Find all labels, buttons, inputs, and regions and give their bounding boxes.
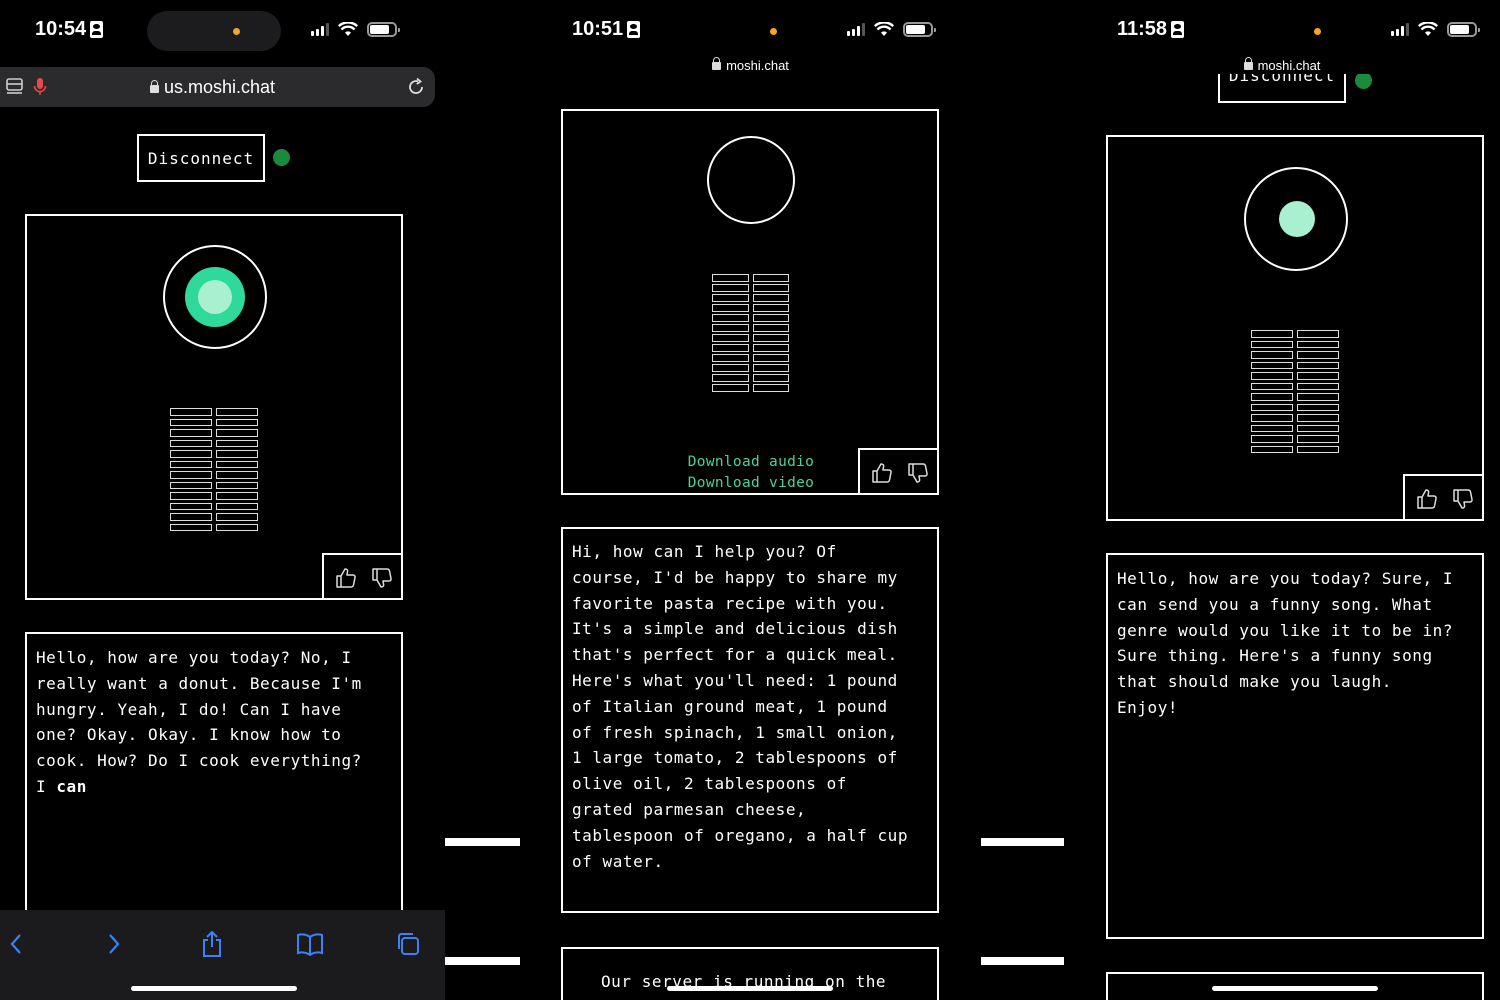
- gap-bar-4: [981, 957, 1064, 965]
- reload-icon[interactable]: [406, 77, 426, 97]
- voice-level-inner: [198, 280, 232, 314]
- tabs-icon[interactable]: [392, 928, 424, 960]
- phone-screen-2: 10:51 moshi.chat Download audio Download…: [520, 0, 981, 1000]
- download-audio-link[interactable]: Download audio: [653, 452, 849, 473]
- gap-bar-3: [981, 838, 1064, 846]
- home-indicator: [1212, 986, 1378, 991]
- transcript-panel: Hi, how can I help you? Of course, I'd b…: [561, 527, 939, 913]
- lock-icon: [150, 80, 159, 93]
- server-info-panel: Our server is running on the: [561, 947, 939, 1000]
- home-indicator: [131, 986, 297, 991]
- dynamic-island: [147, 11, 281, 51]
- audio-visualizer-panel: [25, 214, 403, 600]
- url-text[interactable]: moshi.chat: [1064, 57, 1500, 73]
- audio-visualizer-panel: [1106, 135, 1484, 521]
- audio-level-meter: [170, 408, 258, 531]
- bookmarks-icon[interactable]: [294, 928, 326, 960]
- signal-icon: [311, 23, 329, 36]
- phone-screen-1: 10:54 us.moshi.chat Disconnect Hello, ho…: [0, 0, 445, 1000]
- thumbs-down-icon[interactable]: [370, 566, 394, 590]
- signal-icon: [1391, 23, 1409, 36]
- share-icon[interactable]: [196, 928, 228, 960]
- status-icons: [1391, 22, 1480, 37]
- feedback-buttons: [858, 448, 939, 495]
- mic-icon[interactable]: [33, 77, 47, 97]
- audio-level-meter: [1251, 330, 1339, 453]
- status-time: 10:54: [35, 18, 104, 41]
- voice-ring: [707, 136, 795, 224]
- feedback-buttons: [1403, 474, 1484, 521]
- battery-icon: [903, 22, 936, 37]
- gap-bar-1: [445, 838, 520, 846]
- url-bar[interactable]: us.moshi.chat: [0, 67, 435, 107]
- connection-status-dot: [1355, 72, 1372, 89]
- home-indicator: [667, 986, 833, 991]
- signal-icon: [847, 23, 865, 36]
- download-links: Download audio Download video: [653, 452, 849, 494]
- battery-icon: [1447, 22, 1480, 37]
- wifi-icon: [338, 22, 358, 36]
- status-time: 10:51: [572, 18, 641, 41]
- audio-visualizer-panel: Download audio Download video: [561, 109, 939, 495]
- url-text[interactable]: moshi.chat: [520, 57, 981, 73]
- transcript-text: Hi, how can I help you? Of course, I'd b…: [572, 542, 909, 871]
- thumbs-up-icon[interactable]: [870, 461, 894, 485]
- thumbs-up-icon[interactable]: [1415, 487, 1439, 511]
- lock-icon: [712, 57, 722, 70]
- thumbs-down-icon[interactable]: [1451, 487, 1475, 511]
- back-icon[interactable]: [0, 928, 32, 960]
- transcript-panel: Hello, how are you today? Sure, I can se…: [1106, 553, 1484, 939]
- sidebar-icon[interactable]: [6, 78, 24, 96]
- battery-icon: [367, 22, 400, 37]
- wifi-icon: [874, 22, 894, 36]
- phone-screen-3: 11:58 Disconnect moshi.chat Hello, how a…: [1064, 0, 1500, 1000]
- connection-status-dot: [273, 149, 290, 166]
- transcript-text: Hello, how are you today? Sure, I can se…: [1117, 569, 1454, 717]
- transcript-panel: Hello, how are you today? No, I really w…: [25, 632, 403, 932]
- id-card-icon: [1171, 21, 1185, 38]
- lock-icon: [1243, 57, 1253, 70]
- privacy-indicator: [1314, 28, 1321, 35]
- forward-icon[interactable]: [98, 928, 130, 960]
- privacy-indicator: [770, 28, 777, 35]
- browser-toolbar: [0, 910, 445, 1000]
- status-icons: [847, 22, 936, 37]
- feedback-buttons: [322, 553, 403, 600]
- status-icons: [311, 22, 400, 37]
- id-card-icon: [90, 21, 104, 38]
- gap-bar-2: [445, 957, 520, 965]
- thumbs-up-icon[interactable]: [334, 566, 358, 590]
- download-video-link[interactable]: Download video: [653, 473, 849, 494]
- wifi-icon: [1418, 22, 1438, 36]
- status-time: 11:58: [1117, 18, 1185, 41]
- url-text[interactable]: us.moshi.chat: [150, 77, 275, 98]
- id-card-icon: [627, 21, 641, 38]
- thumbs-down-icon[interactable]: [906, 461, 930, 485]
- disconnect-button[interactable]: Disconnect: [137, 134, 265, 182]
- privacy-indicator: [233, 28, 240, 35]
- transcript-text: Hello, how are you today? No, I really w…: [36, 648, 362, 796]
- voice-level-inner: [1279, 201, 1315, 237]
- audio-level-meter: [712, 274, 789, 392]
